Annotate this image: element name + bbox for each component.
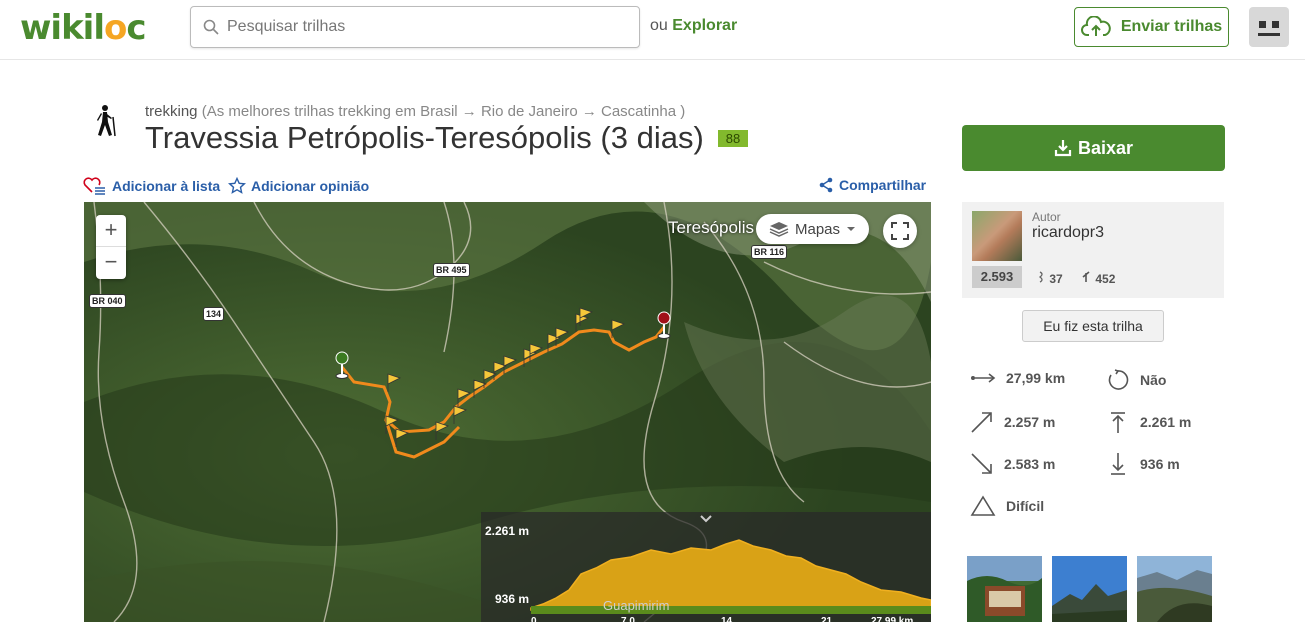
road-badge: BR 116 [751,245,788,259]
zoom-control: + − [96,215,126,279]
trail-icon [1082,271,1090,282]
download-button[interactable]: Baixar [962,125,1225,171]
distance-icon [971,373,996,383]
explore-link[interactable]: Explorar [672,17,737,34]
author-score: 2.593 [972,266,1022,288]
trail-actions: Adicionar à lista Adicionar opinião Comp… [83,177,926,197]
author-card: Autor ricardopr3 2.593 37 452 [962,202,1224,298]
search-icon [203,19,219,35]
add-review-button[interactable]: Adicionar opinião [228,177,369,195]
town-label: Teresópolis [668,218,754,237]
activity-link[interactable]: trekking [145,103,198,120]
wikiloc-logo[interactable]: wikiloc [20,8,147,48]
difficulty-icon [970,495,996,516]
author-label: Autor [1032,210,1061,224]
fullscreen-icon [891,222,909,240]
author-name[interactable]: ricardopr3 [1032,224,1104,242]
road-badge: 134 [203,307,225,321]
x-tick: 21 [821,616,833,627]
stat-max-altitude: 2.261 m [1106,410,1191,434]
user-avatar[interactable] [1249,7,1289,47]
share-icon [819,177,833,193]
breadcrumb: trekking (As melhores trilhas trekking e… [145,103,685,120]
loop-icon [1108,369,1129,390]
cloud-upload-icon [1080,16,1111,36]
share-button[interactable]: Compartilhar [818,177,926,193]
heart-list-icon [83,177,105,195]
elevation-min-label: 936 m [495,592,530,606]
stat-distance: 27,99 km [970,370,1065,386]
descent-icon [971,453,992,474]
x-tick: 0 [531,616,537,627]
stat-elevation-gain: 2.257 m [970,410,1055,434]
fullscreen-button[interactable] [883,214,917,248]
breadcrumb-path[interactable]: (As melhores trilhas trekking em Brasil … [202,103,686,120]
elevation-max-label: 2.261 m [485,524,530,538]
layers-icon [769,222,789,237]
trail-photo-thumbnail[interactable] [967,556,1042,622]
map-layers-button[interactable]: Mapas [756,214,869,244]
elevation-chart [530,515,931,614]
min-altitude-icon [1111,453,1125,475]
followers-icon [1038,271,1043,283]
author-followers: 37 [1038,271,1063,286]
elevation-profile[interactable]: 2.261 m 936 m Guapimirim 0 7,0 14 21 27,… [481,512,931,627]
road-badge: BR 495 [433,263,470,277]
x-tick: 27,99 km [871,616,914,627]
photo-mountain-image [1052,556,1127,622]
stat-min-altitude: 936 m [1106,452,1180,476]
upload-label: Enviar trilhas [1120,18,1223,35]
upload-trails-button[interactable]: Enviar trilhas [1074,7,1229,47]
download-icon [1054,140,1072,157]
add-to-list-button[interactable]: Adicionar à lista [83,177,220,195]
explore-text: ou Explorar [650,17,738,34]
zoom-out-button[interactable]: − [96,247,126,279]
author-avatar[interactable] [972,211,1022,261]
search-input[interactable] [227,18,607,36]
author-trails: 452 [1082,271,1115,286]
stat-elevation-loss: 2.583 m [970,452,1055,476]
max-altitude-icon [1111,412,1125,433]
x-tick: 14 [721,616,733,627]
photo-valley-image [1137,556,1212,622]
trail-score-badge: 88 [717,129,749,147]
search-box[interactable] [190,6,640,48]
road-badge: BR 040 [89,294,126,308]
stat-difficulty: Difícil [970,494,1044,518]
chevron-down-icon [847,227,856,231]
zoom-in-button[interactable]: + [96,215,126,247]
i-did-this-trail-button[interactable]: Eu fiz esta trilha [1022,310,1164,342]
star-icon [228,177,246,194]
photo-sign-image [967,556,1042,622]
top-bar: wikiloc ou Explorar Enviar trilhas [0,0,1305,60]
trail-photo-thumbnail[interactable] [1137,556,1212,622]
x-tick: 7,0 [621,616,635,627]
elevation-place-label: Guapimirim [603,598,670,613]
stat-loop: Não [1106,368,1166,392]
ascent-icon [971,412,992,433]
trail-title: Travessia Petrópolis-Teresópolis (3 dias… [145,120,749,156]
trail-photo-thumbnail[interactable] [1052,556,1127,622]
hiker-icon [97,105,116,137]
